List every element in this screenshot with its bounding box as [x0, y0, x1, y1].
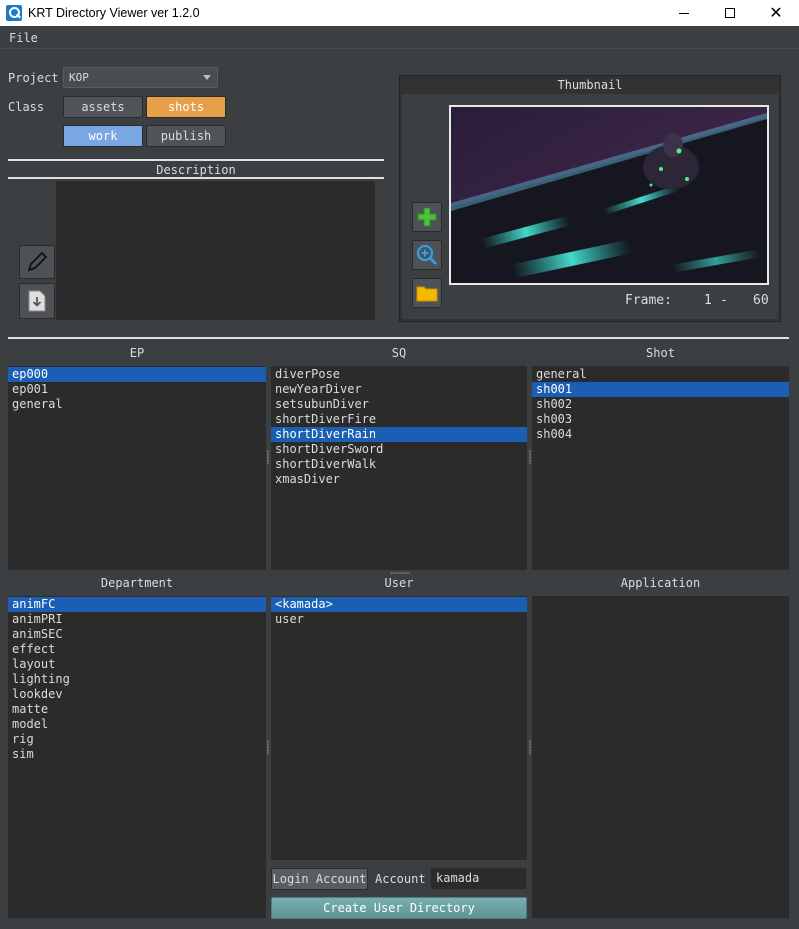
department-list[interactable]: animFC animPRI animSEC effect layout lighting… — [8, 596, 266, 918]
folder-icon — [416, 286, 438, 302]
ep-title: EP — [129, 346, 145, 360]
list-item[interactable]: user — [271, 612, 527, 627]
list-item[interactable]: general — [8, 397, 266, 412]
splitter-handle[interactable] — [529, 450, 531, 464]
menu-bar: File — [0, 28, 799, 48]
list-item[interactable]: layout — [8, 657, 266, 672]
main-divider — [8, 337, 789, 339]
close-icon: ✕ — [769, 3, 783, 22]
list-item[interactable]: ep000 — [8, 367, 266, 382]
list-item[interactable]: rig — [8, 732, 266, 747]
login-account-button[interactable]: Login Account — [271, 868, 368, 890]
description-divider-top — [8, 159, 384, 161]
add-thumbnail-button[interactable] — [412, 202, 442, 232]
application-list[interactable] — [532, 596, 789, 918]
pencil-icon — [27, 251, 48, 272]
zoom-thumbnail-button[interactable] — [412, 240, 442, 270]
minimize-icon — [679, 12, 689, 14]
department-title: Department — [100, 576, 174, 590]
list-item[interactable]: lookdev — [8, 687, 266, 702]
list-item[interactable]: shortDiverSword — [271, 442, 527, 457]
frame-end: 60 — [753, 293, 769, 308]
list-item[interactable]: <kamada> — [271, 597, 527, 612]
sq-list[interactable]: diverPose newYearDiver setsubunDiver shortD… — [271, 366, 527, 570]
description-text[interactable] — [56, 181, 375, 320]
list-item[interactable]: sh002 — [532, 397, 789, 412]
maximize-icon — [725, 8, 735, 18]
menu-divider — [0, 48, 799, 49]
user-list[interactable]: <kamada> user — [271, 596, 527, 860]
list-item[interactable]: setsubunDiver — [271, 397, 527, 412]
list-item[interactable]: animSEC — [8, 627, 266, 642]
shot-list[interactable]: general sh001 sh002 sh003 sh004 — [532, 366, 789, 570]
sq-title: SQ — [391, 346, 407, 360]
description-title: Description — [156, 163, 236, 177]
zoom-in-icon — [416, 244, 438, 266]
splitter-handle[interactable] — [267, 740, 269, 754]
thumbnail-title: Thumbnail — [557, 78, 623, 92]
magnifier-icon — [6, 5, 22, 21]
project-combo[interactable]: KOP — [63, 67, 218, 88]
list-item[interactable]: sh004 — [532, 427, 789, 442]
close-button[interactable]: ✕ — [753, 0, 799, 26]
list-item[interactable]: animPRI — [8, 612, 266, 627]
assets-button[interactable]: assets — [63, 96, 143, 118]
frame-label: Frame: — [625, 293, 672, 308]
publish-button[interactable]: publish — [146, 125, 226, 147]
splitter-handle[interactable] — [529, 740, 531, 754]
chevron-down-icon — [203, 75, 211, 80]
list-item[interactable]: model — [8, 717, 266, 732]
create-user-directory-button[interactable]: Create User Directory — [271, 897, 527, 919]
work-button[interactable]: work — [63, 125, 143, 147]
list-item[interactable]: sim — [8, 747, 266, 762]
list-item[interactable]: shortDiverWalk — [271, 457, 527, 472]
list-item[interactable]: xmasDiver — [271, 472, 527, 487]
maximize-button[interactable] — [707, 0, 753, 26]
list-item[interactable]: newYearDiver — [271, 382, 527, 397]
frame-start: 1 — [704, 293, 712, 308]
list-item[interactable]: shortDiverRain — [271, 427, 527, 442]
list-item[interactable]: general — [532, 367, 789, 382]
open-folder-button[interactable] — [412, 278, 442, 308]
frame-separator: - — [720, 293, 728, 308]
shots-button[interactable]: shots — [146, 96, 226, 118]
user-title: User — [384, 576, 414, 590]
account-label: Account — [375, 872, 426, 886]
class-label: Class — [8, 100, 45, 114]
account-field[interactable]: kamada — [430, 867, 527, 890]
list-item[interactable]: effect — [8, 642, 266, 657]
list-item[interactable]: sh001 — [532, 382, 789, 397]
project-label: Project — [8, 71, 59, 85]
list-item[interactable]: matte — [8, 702, 266, 717]
list-item[interactable]: lighting — [8, 672, 266, 687]
description-divider-bottom — [8, 177, 384, 179]
list-item[interactable]: shortDiverFire — [271, 412, 527, 427]
window-title: KRT Directory Viewer ver 1.2.0 — [28, 6, 200, 20]
minimize-button[interactable] — [661, 0, 707, 26]
edit-description-button[interactable] — [19, 245, 55, 279]
splitter-handle[interactable] — [390, 572, 410, 574]
download-doc-icon — [28, 290, 46, 312]
application-title: Application — [620, 576, 701, 590]
splitter-handle[interactable] — [267, 450, 269, 464]
project-combo-value: KOP — [69, 71, 89, 84]
save-description-button[interactable] — [19, 283, 55, 319]
thumbnail-image[interactable] — [449, 105, 769, 285]
list-item[interactable]: ep001 — [8, 382, 266, 397]
ep-list[interactable]: ep000 ep001 general — [8, 366, 266, 570]
title-bar: KRT Directory Viewer ver 1.2.0 ✕ — [0, 0, 799, 26]
menu-file[interactable]: File — [9, 31, 38, 45]
shot-title: Shot — [646, 346, 675, 360]
plus-icon — [417, 207, 437, 227]
list-item[interactable]: sh003 — [532, 412, 789, 427]
list-item[interactable]: diverPose — [271, 367, 527, 382]
list-item[interactable]: animFC — [8, 597, 266, 612]
